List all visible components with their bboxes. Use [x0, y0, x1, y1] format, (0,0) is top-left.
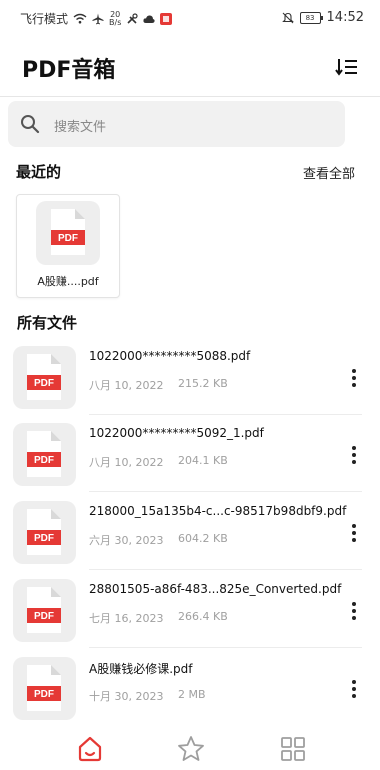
row-divider [89, 569, 362, 570]
app-bar: PDF音箱 [0, 38, 380, 97]
file-size: 2 MB [178, 688, 206, 701]
file-thumbnail: PDF [13, 579, 76, 642]
pdf-file-icon: PDF [27, 431, 61, 477]
file-name: 1022000*********5092_1.pdf [89, 426, 264, 440]
wifi-icon [73, 13, 87, 24]
more-options-icon[interactable] [342, 677, 366, 701]
file-size: 215.2 KB [178, 377, 228, 390]
more-options-icon[interactable] [342, 366, 366, 390]
more-options-icon[interactable] [342, 443, 366, 467]
file-date: 八月 10, 2022 [89, 379, 164, 392]
star-icon[interactable] [176, 734, 206, 764]
network-speed-unit: B/s [109, 17, 122, 27]
bottom-navigation [0, 722, 380, 770]
row-divider [89, 491, 362, 492]
file-date: 十月 30, 2023 [89, 690, 164, 703]
file-size: 604.2 KB [178, 532, 228, 545]
status-bar: 飞行模式 20 B/s 83 14:52 [0, 0, 380, 38]
grid-icon[interactable] [278, 734, 308, 764]
tools-icon [127, 12, 138, 24]
file-thumbnail: PDF [36, 201, 100, 265]
file-name: 28801505-a86f-483...825e_Converted.pdf [89, 582, 342, 596]
pdf-badge-text: PDF [34, 611, 54, 622]
file-date: 六月 30, 2023 [89, 534, 164, 547]
more-options-icon[interactable] [342, 599, 366, 623]
notification-app-icon [160, 12, 173, 25]
mute-icon [281, 12, 294, 23]
search-bar[interactable]: 搜索文件 [8, 101, 345, 147]
file-date: 七月 16, 2023 [89, 612, 164, 625]
file-thumbnail: PDF [13, 423, 76, 486]
pdf-file-icon: PDF [27, 354, 61, 400]
cloud-icon [143, 14, 155, 23]
pdf-badge-text: PDF [34, 689, 54, 700]
file-thumbnail: PDF [13, 657, 76, 720]
file-name: A股赚钱必修课.pdf [89, 662, 193, 676]
file-thumbnail: PDF [13, 346, 76, 409]
recent-section-title: 最近的 [16, 163, 62, 181]
sort-icon [335, 59, 357, 76]
pdf-file-icon: PDF [27, 509, 61, 555]
pdf-badge-text: PDF [34, 378, 54, 389]
file-row[interactable]: PDF 1022000*********5092_1.pdf 八月 10, 20… [0, 423, 380, 500]
home-icon[interactable] [75, 734, 105, 764]
file-thumbnail: PDF [13, 501, 76, 564]
pdf-badge-text: PDF [34, 455, 54, 466]
sort-button[interactable] [334, 54, 360, 80]
recent-file-card[interactable]: PDF A股赚....pdf [16, 194, 120, 298]
file-name: 218000_15a135b4-c...c-98517b98dbf9.pdf [89, 504, 347, 518]
network-speed: 20 B/s [109, 10, 122, 27]
file-date: 八月 10, 2022 [89, 456, 164, 469]
pdf-badge-text: PDF [34, 533, 54, 544]
status-left: 飞行模式 20 B/s [20, 10, 173, 27]
recent-file-name: A股赚....pdf [37, 275, 99, 288]
file-row[interactable]: PDF 28801505-a86f-483...825e_Converted.p… [0, 579, 380, 656]
more-options-icon[interactable] [342, 521, 366, 545]
pdf-badge-text: PDF [58, 233, 78, 244]
page-title: PDF音箱 [22, 58, 116, 83]
clock: 14:52 [326, 10, 364, 25]
pdf-file-icon: PDF [51, 209, 85, 255]
file-row[interactable]: PDF 218000_15a135b4-c...c-98517b98dbf9.p… [0, 501, 380, 578]
file-name: 1022000*********5088.pdf [89, 349, 251, 363]
status-right: 83 14:52 [281, 10, 364, 25]
view-all-link[interactable]: 查看全部 [303, 163, 355, 182]
row-divider [89, 647, 362, 648]
pdf-file-icon: PDF [27, 665, 61, 711]
airplane-icon [92, 13, 104, 24]
airplane-mode-label: 飞行模式 [20, 12, 69, 26]
pdf-file-icon: PDF [27, 587, 61, 633]
file-size: 266.4 KB [178, 610, 228, 623]
battery-level: 83 [305, 13, 315, 22]
search-input[interactable]: 搜索文件 [54, 116, 106, 135]
file-size: 204.1 KB [178, 454, 228, 467]
file-row[interactable]: PDF 1022000*********5088.pdf 八月 10, 2022… [0, 346, 380, 423]
battery-icon: 83 [299, 11, 323, 24]
row-divider [89, 414, 362, 415]
search-icon [21, 115, 40, 134]
all-files-section-title: 所有文件 [17, 314, 78, 332]
